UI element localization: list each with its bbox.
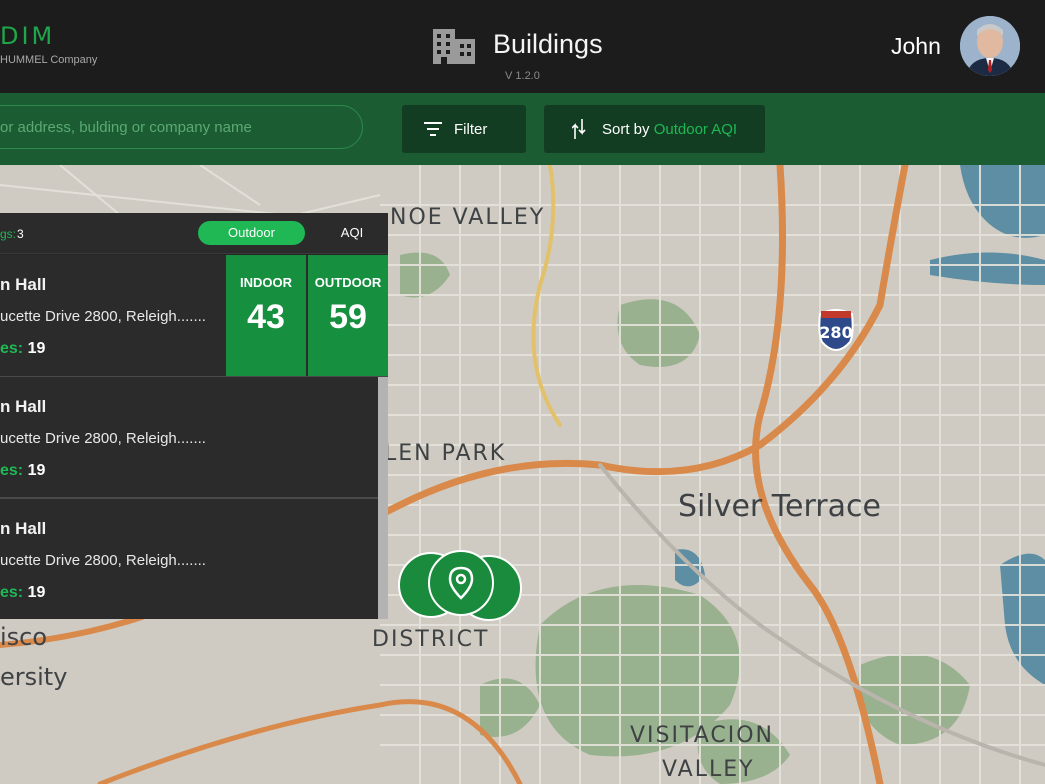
highway-shield: 280 (818, 309, 854, 351)
sort-button[interactable]: Sort by Outdoor AQI (544, 105, 765, 153)
building-stat: es: 19 (0, 584, 45, 602)
panel-header: gs: 3 Outdoor AQI (0, 213, 388, 254)
building-stat-value: 19 (27, 584, 46, 601)
page-title: Buildings (493, 29, 603, 59)
outdoor-aqi-box: OUTDOOR 59 (308, 255, 388, 376)
sort-prefix: Sort by (602, 121, 650, 138)
brand-logo[interactable]: DIM HUMMEL Company (0, 22, 97, 66)
building-name: n Hall (0, 519, 47, 538)
version-label: V 1.2.0 (505, 70, 540, 82)
building-stat-value: 19 (27, 340, 46, 357)
map-label-visitacion: VISITACION (630, 723, 775, 748)
toggle-aqi[interactable]: AQI (330, 221, 374, 245)
avatar-portrait (960, 16, 1020, 76)
indoor-aqi-value: 43 (247, 298, 285, 336)
toggle-outdoor[interactable]: Outdoor (198, 221, 305, 245)
building-stat-label: es: (0, 340, 24, 357)
indoor-aqi-box: INDOOR 43 (226, 255, 306, 376)
building-count-value: 3 (17, 227, 24, 241)
toolbar: or address, bulding or company name Filt… (0, 93, 1045, 165)
page-title-group: Buildings V 1.2.0 (432, 26, 632, 86)
map-label-university: ersity (0, 663, 68, 691)
building-stat-label: es: (0, 584, 24, 601)
building-card[interactable]: n Hall ucette Drive 2800, Releigh.......… (0, 255, 388, 376)
search-input[interactable]: or address, bulding or company name (0, 105, 363, 149)
building-address: ucette Drive 2800, Releigh....... (0, 552, 206, 569)
building-count-label: gs: (0, 227, 17, 241)
user-name[interactable]: John (891, 33, 941, 60)
location-pin-icon (448, 566, 474, 600)
filter-icon (424, 122, 442, 136)
outdoor-aqi-label: OUTDOOR (314, 275, 382, 290)
building-card[interactable]: n Hall ucette Drive 2800, Releigh.......… (0, 377, 378, 498)
map-label-valley: VALLEY (662, 757, 755, 782)
sort-icon (572, 119, 586, 139)
svg-text:280: 280 (819, 323, 852, 342)
map-label-francisco: isco (0, 623, 48, 651)
avatar[interactable] (960, 16, 1020, 76)
filter-button[interactable]: Filter (402, 105, 526, 153)
buildings-list-panel: gs: 3 Outdoor AQI n Hall ucette Drive 28… (0, 213, 388, 619)
map-label-district: DISTRICT (372, 627, 490, 652)
building-stat-value: 19 (27, 462, 46, 479)
building-stat: es: 19 (0, 340, 45, 358)
brand-subtitle: HUMMEL Company (0, 54, 98, 66)
map-label-glen-park: LEN PARK (384, 441, 507, 466)
building-stat-label: es: (0, 462, 24, 479)
sort-value: Outdoor AQI (653, 121, 738, 138)
map-label-noe-valley: NOE VALLEY (390, 205, 546, 230)
filter-label: Filter (454, 121, 488, 138)
outdoor-aqi-value: 59 (329, 298, 367, 336)
building-icon (433, 29, 475, 64)
building-stat: es: 19 (0, 462, 45, 480)
building-card[interactable]: n Hall ucette Drive 2800, Releigh.......… (0, 499, 378, 619)
indoor-aqi-label: INDOOR (240, 275, 292, 290)
map-pin[interactable] (428, 550, 494, 616)
top-bar: DIM HUMMEL Company Buildings V 1.2.0 Joh… (0, 0, 1045, 93)
building-address: ucette Drive 2800, Releigh....... (0, 430, 206, 447)
building-name: n Hall (0, 275, 47, 294)
map-label-silver-terrace: Silver Terrace (678, 489, 881, 524)
panel-scrollbar[interactable] (378, 377, 388, 619)
search-placeholder: or address, bulding or company name (0, 119, 252, 136)
building-address: ucette Drive 2800, Releigh....... (0, 308, 206, 325)
sort-label: Sort by Outdoor AQI (602, 121, 737, 138)
building-name: n Hall (0, 397, 47, 416)
brand-mark: DIM (0, 22, 56, 50)
